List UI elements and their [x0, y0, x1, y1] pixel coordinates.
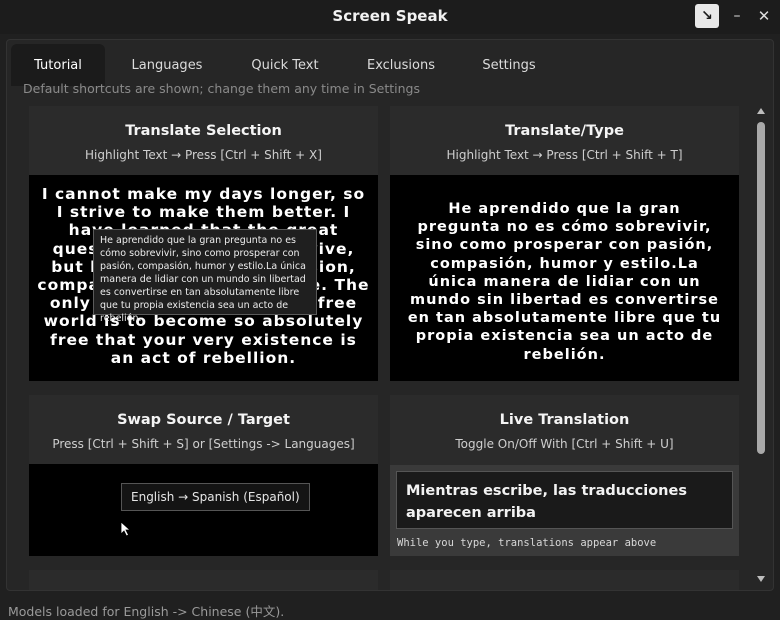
card-subtitle: Toggle On/Off With [Ctrl + Shift + U]: [455, 437, 674, 451]
demo-image: English → Spanish (Español): [29, 464, 378, 556]
mouse-cursor-icon: [120, 521, 132, 537]
tab-exclusions[interactable]: Exclusions: [341, 44, 461, 86]
demo-image: I cannot make my days longer, so I striv…: [29, 175, 378, 381]
scroll-up-icon[interactable]: [757, 108, 765, 114]
language-pair-box: English → Spanish (Español): [121, 483, 310, 511]
card-title: Live Translation: [499, 412, 630, 428]
card-subtitle: Highlight Text → Press [Ctrl + Shift + T…: [446, 148, 683, 162]
shortcut-hint: Default shortcuts are shown; change them…: [23, 81, 420, 96]
close-button[interactable]: ✕: [752, 4, 776, 28]
translation-tooltip: He aprendido que la gran pregunta no es …: [93, 229, 317, 324]
card-next-right: [390, 570, 739, 590]
live-input: While you type, translations appear abov…: [397, 537, 657, 549]
card-subtitle: Press [Ctrl + Shift + S] or [Settings ->…: [52, 437, 355, 451]
tab-bar: Tutorial Languages Quick Text Exclusions…: [11, 44, 557, 86]
tab-tutorial[interactable]: Tutorial: [11, 44, 105, 86]
card-translate-type: Translate/Type Highlight Text → Press [C…: [390, 106, 739, 381]
card-title: Swap Source / Target: [117, 412, 290, 428]
card-title: Translate Selection: [125, 123, 282, 139]
card-swap: Swap Source / Target Press [Ctrl + Shift…: [29, 395, 378, 556]
status-text: Models loaded for English -> Chinese (中文…: [8, 604, 285, 619]
pin-button[interactable]: ↘: [695, 4, 719, 28]
demo-image: He aprendido que la gran pregunta no es …: [390, 175, 739, 381]
result-text: He aprendido que la gran pregunta no es …: [407, 201, 722, 363]
card-live-translation: Live Translation Toggle On/Off With [Ctr…: [390, 395, 739, 556]
title-bar: Screen Speak ↘ – ✕: [0, 0, 780, 34]
scroll-thumb[interactable]: [757, 122, 765, 454]
live-output: Mientras escribe, las traducciones apare…: [396, 471, 733, 529]
minimize-button[interactable]: –: [725, 4, 749, 28]
card-subtitle: Highlight Text → Press [Ctrl + Shift + X…: [85, 148, 322, 162]
tab-settings[interactable]: Settings: [461, 44, 557, 86]
scroll-down-icon[interactable]: [757, 576, 765, 582]
card-translate-selection: Translate Selection Highlight Text → Pre…: [29, 106, 378, 381]
tab-quick-text[interactable]: Quick Text: [229, 44, 341, 86]
demo-image: Mientras escribe, las traducciones apare…: [390, 465, 739, 556]
pin-icon: ↘: [701, 8, 713, 24]
card-title: Translate/Type: [505, 123, 624, 139]
window-title: Screen Speak: [332, 7, 448, 25]
vertical-scrollbar[interactable]: [753, 104, 769, 588]
tab-languages[interactable]: Languages: [105, 44, 229, 86]
card-next-left: [29, 570, 378, 590]
